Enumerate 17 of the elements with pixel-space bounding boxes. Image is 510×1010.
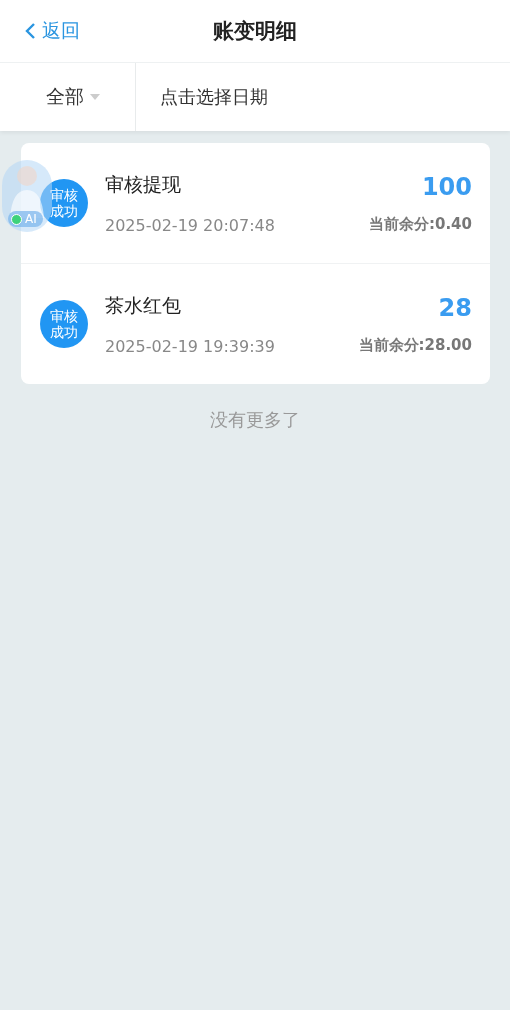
record-title: 审核提现 bbox=[105, 171, 182, 197]
record-title: 茶水红包 bbox=[105, 292, 182, 318]
status-badge: 审核成功 bbox=[40, 179, 88, 227]
record-time: 2025-02-19 19:39:39 bbox=[105, 336, 276, 356]
record-balance: 当前余分:0.40 bbox=[369, 214, 472, 234]
chevron-left-icon bbox=[24, 22, 36, 40]
record-amount: 28 bbox=[438, 293, 472, 322]
record-balance: 当前余分:28.00 bbox=[358, 335, 472, 355]
ai-label: AI bbox=[25, 212, 37, 226]
status-badge: 审核成功 bbox=[40, 300, 88, 348]
category-dropdown[interactable]: 全部 bbox=[0, 63, 136, 131]
record-amount: 100 bbox=[421, 172, 472, 201]
caret-icon bbox=[89, 94, 100, 100]
date-picker-field[interactable]: 点击选择日期 bbox=[136, 63, 510, 131]
end-of-list-text: 没有更多了 bbox=[210, 409, 300, 430]
page-title: 账变明细 bbox=[213, 19, 297, 43]
record-time: 2025-02-19 20:07:48 bbox=[105, 215, 276, 235]
